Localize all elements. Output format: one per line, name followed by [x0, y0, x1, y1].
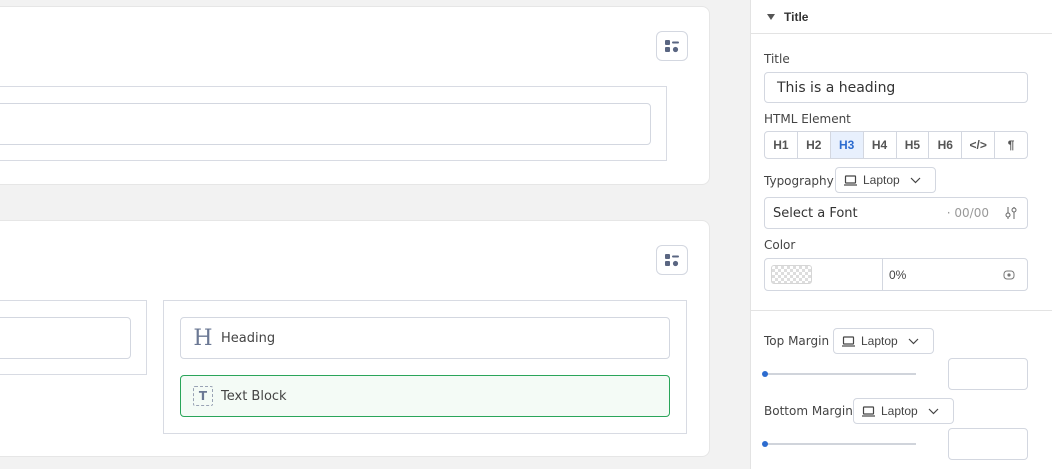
html-element-label: HTML Element [764, 112, 851, 126]
slider-thumb[interactable] [762, 371, 768, 377]
title-label: Title [764, 52, 790, 66]
block-label: Heading [221, 330, 276, 346]
html-element-selector: H1 H2 H3 H4 H5 H6 </> ¶ [764, 131, 1028, 159]
laptop-icon [844, 174, 857, 186]
html-element-paragraph[interactable]: ¶ [995, 132, 1027, 158]
section-panel-1 [0, 6, 710, 185]
section-panel-2: H Heading T Text Block [0, 220, 710, 457]
sliders-icon[interactable] [1005, 206, 1017, 220]
color-label: Color [764, 238, 796, 252]
top-margin-label: Top Margin [764, 334, 830, 348]
html-element-h3[interactable]: H3 [830, 132, 864, 158]
laptop-icon [862, 405, 875, 417]
html-element-code[interactable]: </> [962, 132, 996, 158]
top-margin-slider[interactable] [762, 371, 916, 377]
chevron-down-icon [928, 408, 939, 414]
top-margin-input[interactable] [948, 358, 1028, 390]
heading-icon: H [193, 325, 213, 351]
html-element-h2[interactable]: H2 [798, 132, 831, 158]
layout-toggle-button[interactable] [656, 31, 688, 61]
empty-block[interactable] [0, 317, 131, 359]
opacity-field[interactable]: 0% [883, 259, 1027, 290]
slider-track [764, 443, 916, 445]
text-block-icon: T [193, 386, 213, 406]
typography-label: Typography [764, 174, 834, 188]
font-size-value: · 00/00 [946, 206, 989, 220]
bottom-margin-input[interactable] [948, 428, 1028, 460]
device-label: Laptop [861, 334, 898, 348]
opacity-value: 0% [889, 267, 907, 282]
layout-icon [665, 254, 679, 267]
html-element-h1[interactable]: H1 [765, 132, 798, 158]
left-column [0, 300, 147, 375]
color-swatch-cell[interactable] [765, 259, 883, 290]
html-element-h5[interactable]: H5 [897, 132, 930, 158]
html-element-h6[interactable]: H6 [929, 132, 963, 158]
color-picker: 0% [764, 258, 1028, 291]
reset-icon[interactable] [1003, 270, 1015, 280]
block-label: Text Block [221, 388, 287, 404]
font-select[interactable]: Select a Font · 00/00 [764, 197, 1028, 229]
text-block[interactable]: T Text Block [180, 375, 670, 417]
title-input[interactable]: This is a heading [764, 72, 1028, 103]
device-label: Laptop [863, 173, 900, 187]
chevron-down-icon [908, 338, 919, 344]
title-section-header[interactable]: Title [751, 0, 1052, 34]
heading-block[interactable]: H Heading [180, 317, 670, 359]
font-name: Select a Font [773, 205, 858, 221]
section-container [0, 86, 667, 161]
caret-down-icon [767, 13, 775, 20]
device-label: Laptop [881, 404, 918, 418]
top-margin-device-select[interactable]: Laptop [833, 328, 934, 354]
chevron-down-icon [910, 177, 921, 183]
layout-toggle-button[interactable] [656, 245, 688, 275]
empty-block[interactable] [0, 103, 651, 145]
right-column: H Heading T Text Block [163, 300, 687, 434]
section-divider [751, 310, 1052, 311]
color-swatch[interactable] [771, 265, 812, 284]
bottom-margin-label: Bottom Margin [764, 404, 853, 418]
section-title: Title [784, 9, 809, 24]
typography-device-select[interactable]: Laptop [835, 167, 936, 193]
slider-thumb[interactable] [762, 441, 768, 447]
bottom-margin-device-select[interactable]: Laptop [853, 398, 954, 424]
settings-sidebar: Title Title This is a heading HTML Eleme… [750, 0, 1052, 469]
html-element-h4[interactable]: H4 [864, 132, 897, 158]
layout-icon [665, 40, 679, 53]
bottom-margin-slider[interactable] [762, 441, 916, 447]
laptop-icon [842, 335, 855, 347]
slider-track [764, 373, 916, 375]
